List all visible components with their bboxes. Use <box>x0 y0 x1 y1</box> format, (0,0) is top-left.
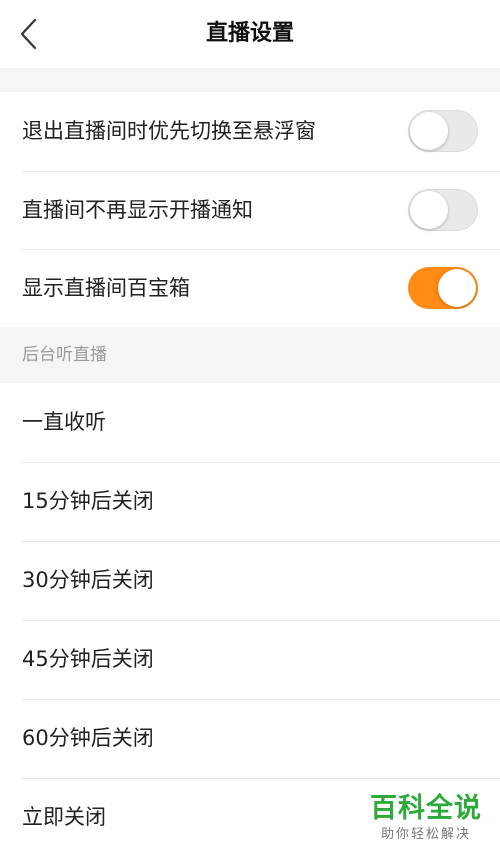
section-header-label: 后台听直播 <box>22 345 107 365</box>
navigation-bar: 直播设置 <box>0 0 500 68</box>
option-label: 立即关闭 <box>22 805 106 829</box>
toggle-knob <box>438 269 476 307</box>
section-spacer <box>0 68 500 92</box>
option-label: 30分钟后关闭 <box>22 568 154 592</box>
watermark-logo: 百科全说 助你轻松解决 <box>366 792 486 844</box>
background-listen-options: 一直收听 15分钟后关闭 30分钟后关闭 45分钟后关闭 60分钟后关闭 立即关… <box>0 383 500 857</box>
option-label: 15分钟后关闭 <box>22 489 154 513</box>
page-title: 直播设置 <box>205 21 294 46</box>
watermark-title: 百科全说 <box>370 793 482 824</box>
setting-label: 直播间不再显示开播通知 <box>22 197 253 222</box>
toggle-knob <box>410 190 448 229</box>
option-close-after-15-min[interactable]: 15分钟后关闭 <box>0 462 500 541</box>
treasure-box-toggle[interactable] <box>408 267 478 309</box>
setting-row-floating-window: 退出直播间时优先切换至悬浮窗 <box>0 92 500 171</box>
floating-window-toggle[interactable] <box>408 110 478 152</box>
option-close-after-45-min[interactable]: 45分钟后关闭 <box>0 620 500 699</box>
watermark-subtitle: 助你轻松解决 <box>380 827 471 842</box>
live-notification-toggle[interactable] <box>408 188 478 231</box>
setting-label: 显示直播间百宝箱 <box>22 276 190 300</box>
option-label: 60分钟后关闭 <box>22 726 154 750</box>
option-label: 45分钟后关闭 <box>22 647 154 671</box>
toggle-knob <box>410 112 448 150</box>
option-close-after-60-min[interactable]: 60分钟后关闭 <box>0 699 500 778</box>
setting-label: 退出直播间时优先切换至悬浮窗 <box>22 119 316 143</box>
option-label: 一直收听 <box>22 410 106 434</box>
option-close-after-30-min[interactable]: 30分钟后关闭 <box>0 541 500 620</box>
setting-row-treasure-box: 显示直播间百宝箱 <box>0 249 500 328</box>
option-always-listen[interactable]: 一直收听 <box>0 383 500 462</box>
setting-row-live-notification: 直播间不再显示开播通知 <box>0 170 500 250</box>
section-header-background-listen: 后台听直播 <box>0 327 500 383</box>
settings-group: 退出直播间时优先切换至悬浮窗 直播间不再显示开播通知 显示直播间百宝箱 <box>0 92 500 328</box>
